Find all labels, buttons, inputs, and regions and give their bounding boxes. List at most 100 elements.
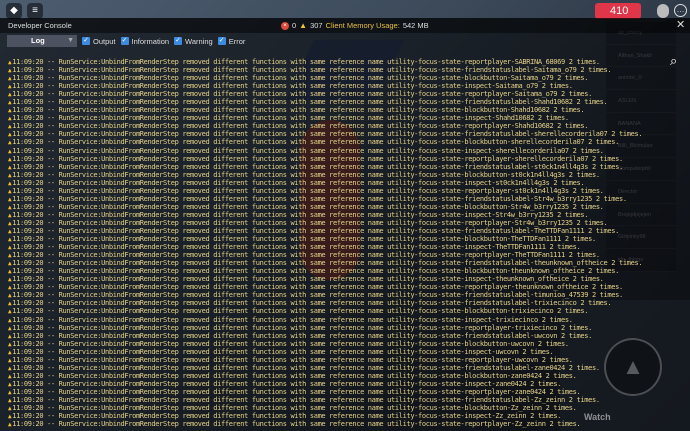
console-header: Developer Console × 0 ▲ 307 Client Memor… <box>0 18 690 33</box>
roblox-menu-icon[interactable]: ◆ <box>6 3 22 19</box>
checkbox-icon: ✓ <box>120 37 129 45</box>
log-suffix: 2 times. <box>537 315 573 324</box>
log-suffix: 2 times. <box>545 387 581 396</box>
log-timestamp: 11:09:20 <box>12 275 44 284</box>
log-timestamp: 11:09:20 <box>12 90 44 99</box>
jump-button[interactable]: ▲ <box>604 338 662 396</box>
log-message: -- RunService:UnbindFromRenderStep remov… <box>47 122 465 131</box>
log-message: -- RunService:UnbindFromRenderStep remov… <box>47 283 465 292</box>
log-target: friendstatuslabel-Shahd10682 <box>464 98 573 107</box>
warning-icon: ▲ <box>8 155 12 163</box>
log-list[interactable]: ▲11:09:20 -- RunService:UnbindFromRender… <box>8 58 678 428</box>
filter-checkbox-information[interactable]: ✓ Information <box>120 37 169 46</box>
log-timestamp: 11:09:20 <box>12 98 44 107</box>
log-timestamp: 11:09:20 <box>12 412 44 421</box>
watch-label[interactable]: Watch <box>584 412 611 422</box>
log-timestamp: 11:09:20 <box>12 259 44 268</box>
log-row: ▲11:09:20 -- RunService:UnbindFromRender… <box>8 420 678 428</box>
log-message: -- RunService:UnbindFromRenderStep remov… <box>47 66 465 75</box>
avatar[interactable] <box>657 4 669 18</box>
log-row: ▲11:09:20 -- RunService:UnbindFromRender… <box>8 364 678 372</box>
log-message: -- RunService:UnbindFromRenderStep remov… <box>47 178 465 187</box>
log-target: friendstatuslabel-sherellecorderila07 <box>464 130 608 139</box>
log-target: inspect-Shahd10682 <box>464 114 534 123</box>
robux-balance[interactable]: 410 <box>595 3 641 19</box>
log-suffix: 2 times. <box>607 259 643 268</box>
warning-icon: ▲ <box>8 413 12 421</box>
log-row: ▲11:09:20 -- RunService:UnbindFromRender… <box>8 203 678 211</box>
warning-icon: ▲ <box>8 139 12 147</box>
log-message: -- RunService:UnbindFromRenderStep remov… <box>47 114 465 123</box>
log-message: -- RunService:UnbindFromRenderStep remov… <box>47 395 465 404</box>
log-timestamp: 11:09:20 <box>12 291 44 300</box>
log-suffix: 2 times. <box>557 90 592 99</box>
log-row: ▲11:09:20 -- RunService:UnbindFromRender… <box>8 163 678 171</box>
filter-checkbox-warning[interactable]: ✓ Warning <box>174 37 213 46</box>
log-timestamp: 11:09:20 <box>12 371 44 380</box>
log-target: inspect-uwcovn <box>464 347 519 356</box>
log-message: -- RunService:UnbindFromRenderStep remov… <box>47 371 465 380</box>
log-message: -- RunService:UnbindFromRenderStep remov… <box>47 315 465 324</box>
warning-icon: ▲ <box>8 171 12 179</box>
log-suffix: 2 times. <box>533 114 569 123</box>
log-target: reportplayer-Zz_zeinn <box>464 420 546 429</box>
log-suffix: 2 times. <box>549 178 585 187</box>
log-suffix: 2 times. <box>568 146 604 155</box>
log-timestamp: 11:09:20 <box>12 82 44 91</box>
console-stats: × 0 ▲ 307 Client Memory Usage: 542 MB <box>281 18 429 33</box>
warning-icon: ▲ <box>8 99 12 107</box>
log-message: -- RunService:UnbindFromRenderStep remov… <box>47 162 465 171</box>
log-view-select[interactable]: Log ▼ <box>7 35 77 47</box>
log-target: friendstatuslabel-st0ck1n4ll4g3s <box>464 162 589 171</box>
log-target: reportplayer-Saitama_o79 <box>464 90 558 99</box>
log-timestamp: 11:09:20 <box>12 395 44 404</box>
warning-icon: ▲ <box>8 405 12 413</box>
log-message: -- RunService:UnbindFromRenderStep remov… <box>47 98 465 107</box>
log-suffix: 2 times. <box>526 412 562 421</box>
close-icon[interactable]: ✕ <box>676 18 685 33</box>
warning-icon: ▲ <box>8 147 12 155</box>
log-message: -- RunService:UnbindFromRenderStep remov… <box>47 130 465 139</box>
log-row: ▲11:09:20 -- RunService:UnbindFromRender… <box>8 275 678 283</box>
log-message: -- RunService:UnbindFromRenderStep remov… <box>47 210 465 219</box>
log-message: -- RunService:UnbindFromRenderStep remov… <box>47 106 465 115</box>
log-target: inspect-trixiecinco <box>464 315 538 324</box>
log-row: ▲11:09:20 -- RunService:UnbindFromRender… <box>8 404 678 412</box>
warning-icon: ▲ <box>8 308 12 316</box>
log-row: ▲11:09:20 -- RunService:UnbindFromRender… <box>8 58 678 66</box>
warning-icon: ▲ <box>8 67 12 75</box>
warning-icon: ▲ <box>8 244 12 252</box>
log-message: -- RunService:UnbindFromRenderStep remov… <box>47 146 465 155</box>
filter-checkbox-error[interactable]: ✓ Error <box>217 37 245 46</box>
developer-console: Developer Console × 0 ▲ 307 Client Memor… <box>0 18 690 431</box>
memory-value: 542 MB <box>402 21 429 30</box>
more-icon[interactable]: … <box>674 4 687 17</box>
log-message: -- RunService:UnbindFromRenderStep remov… <box>47 379 465 388</box>
warning-icon: ▲ <box>8 332 12 340</box>
log-target: reportplayer-SABRINA_68069 <box>464 58 565 66</box>
warning-icon: ▲ <box>8 348 12 356</box>
log-timestamp: 11:09:20 <box>12 347 44 356</box>
log-suffix: 2 times. <box>553 210 589 219</box>
log-suffix: 2 times. <box>564 58 600 66</box>
warning-icon: ▲ <box>8 123 12 131</box>
log-target: friendstatuslabel-Zz_zeinn <box>464 395 565 404</box>
filter-checkbox-output[interactable]: ✓ Output <box>82 37 116 46</box>
warning-icon: ▲ <box>8 388 12 396</box>
warning-icon: ▲ <box>8 59 12 66</box>
log-target: reportplayer-Str4w_b3rry1235 <box>464 218 573 227</box>
log-message: -- RunService:UnbindFromRenderStep remov… <box>47 251 465 260</box>
warning-icon: ▲ <box>8 292 12 300</box>
log-timestamp: 11:09:20 <box>12 114 44 123</box>
chat-icon[interactable]: ≡ <box>27 3 43 19</box>
warning-count: 307 <box>310 21 323 30</box>
log-row: ▲11:09:20 -- RunService:UnbindFromRender… <box>8 299 678 307</box>
log-suffix: 2 times. <box>584 267 619 276</box>
log-row: ▲11:09:20 -- RunService:UnbindFromRender… <box>8 138 678 146</box>
log-target: friendstatuslabel-Saitama_o79 <box>464 66 577 75</box>
warning-icon: ▲ <box>8 284 12 292</box>
log-timestamp: 11:09:20 <box>12 66 44 75</box>
log-target: friendstatuslabel-Str4w_b3rry1235 <box>464 194 592 203</box>
log-timestamp: 11:09:20 <box>12 267 44 276</box>
log-target: blockbutton-Shahd10682 <box>464 106 550 115</box>
